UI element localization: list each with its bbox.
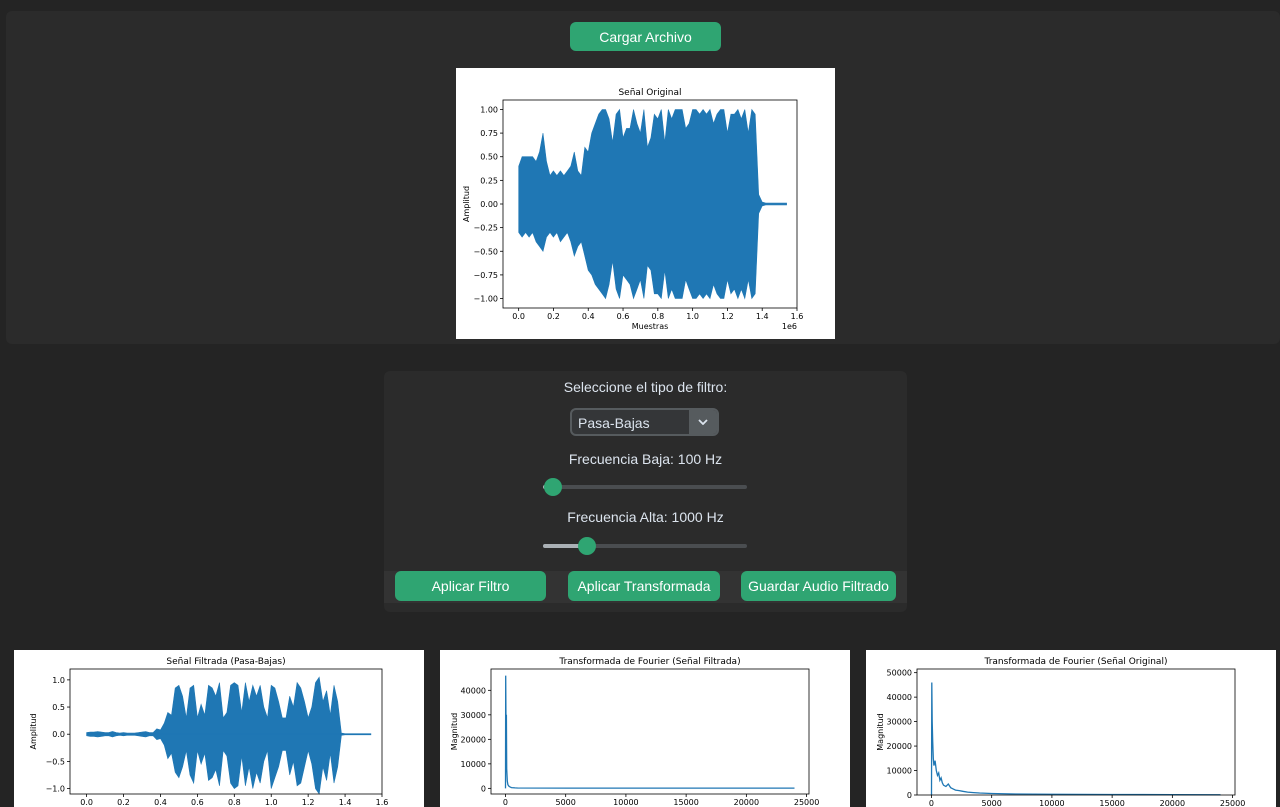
x-tick-label: 0.0: [80, 798, 93, 807]
y-tick-label: 0: [481, 784, 486, 793]
y-tick-label: 0.25: [480, 176, 498, 185]
x-tick-label: 0.0: [512, 312, 525, 321]
fft-filtered-plot: Transformada de Fourier (Señal Filtrada)…: [440, 650, 850, 807]
x-tick-label: 1.2: [721, 312, 734, 321]
x-tick-label: 1.6: [376, 798, 389, 807]
slider-track: [543, 485, 747, 489]
x-tick-label: 25000: [794, 798, 819, 807]
x-tick-label: 5000: [982, 799, 1002, 807]
filter-type-select[interactable]: Pasa-Bajas: [570, 408, 719, 436]
chart-title: Señal Original: [618, 88, 681, 98]
x-tick-label: 0: [503, 798, 508, 807]
x-tick-label: 0.4: [582, 312, 595, 321]
y-axis-label: Amplitud: [462, 186, 471, 222]
y-tick-label: 0: [907, 791, 912, 800]
high-frequency-slider[interactable]: [543, 537, 747, 555]
y-tick-label: 30000: [887, 718, 912, 727]
high-frequency-label: Frecuencia Alta: 1000 Hz: [567, 509, 724, 525]
y-tick-label: −0.50: [473, 247, 498, 256]
original-signal-plot: Señal Original 0.0 0.2 0.4 0.6 0.8 1.0 1.2 1.4 1.…: [456, 68, 835, 339]
filtered-signal-plot: Señal Filtrada (Pasa-Bajas) 0.0 0.2 0.4 0.6 0…: [14, 650, 424, 807]
x-tick-label: 25000: [1220, 799, 1245, 807]
y-tick-label: 0.50: [480, 153, 498, 162]
x-tick-label: 1.0: [686, 312, 699, 321]
y-tick-label: 0.0: [52, 730, 65, 739]
slider-thumb[interactable]: [543, 478, 562, 496]
x-tick-label: 10000: [613, 798, 638, 807]
x-tick-label: 20000: [734, 798, 759, 807]
y-tick-label: 0.00: [480, 200, 498, 209]
plot-frame: [490, 668, 810, 795]
signal-envelope: [86, 676, 372, 795]
y-tick-label: −0.5: [46, 757, 65, 766]
chart-title: Transformada de Fourier (Señal Original): [984, 657, 1168, 667]
y-tick-label: 0.5: [52, 703, 65, 712]
x-tick-label: 15000: [673, 798, 698, 807]
x-tick-label: 0.2: [117, 798, 130, 807]
y-tick-label: −0.25: [473, 224, 498, 233]
x-tick-label: 5000: [556, 798, 576, 807]
load-file-button[interactable]: Cargar Archivo: [570, 22, 721, 51]
x-tick-label: 1.0: [265, 798, 278, 807]
chart-title: Transformada de Fourier (Señal Filtrada): [558, 657, 740, 667]
y-tick-label: 10000: [461, 760, 486, 769]
x-tick-label: 1.4: [756, 312, 769, 321]
spectrum-line: [504, 675, 795, 789]
x-tick-label: 1.2: [302, 798, 315, 807]
y-tick-label: 0.75: [480, 129, 498, 138]
x-tick-label: 0.8: [228, 798, 241, 807]
spectrum-line: [930, 682, 1221, 796]
x-axis-label: Muestras: [632, 322, 669, 331]
x-tick-label: 1.4: [339, 798, 352, 807]
chart-title: Señal Filtrada (Pasa-Bajas): [166, 657, 285, 667]
y-tick-label: 40000: [461, 686, 486, 695]
x-tick-label: 20000: [1160, 799, 1185, 807]
y-axis-label: Magnitud: [876, 713, 885, 750]
x-tick-label: 0.6: [191, 798, 204, 807]
y-tick-label: 1.0: [52, 676, 65, 685]
x-tick-label: 0.4: [154, 798, 167, 807]
y-tick-label: −0.75: [473, 271, 498, 280]
x-tick-label: 0.2: [547, 312, 560, 321]
filter-type-prompt: Seleccione el tipo de filtro:: [563, 379, 728, 395]
y-tick-label: 20000: [887, 742, 912, 751]
action-button-row: Aplicar Filtro Aplicar Transformada Guar…: [384, 571, 907, 603]
y-tick-label: 20000: [461, 735, 486, 744]
y-tick-label: 30000: [461, 711, 486, 720]
x-tick-label: 0.8: [651, 312, 664, 321]
y-axis-label: Amplitud: [29, 713, 38, 749]
y-tick-label: −1.00: [473, 295, 498, 304]
apply-transform-button[interactable]: Aplicar Transformada: [568, 571, 720, 601]
y-tick-label: −1.0: [46, 785, 65, 794]
y-tick-label: 1.00: [480, 105, 498, 114]
y-tick-label: 10000: [887, 767, 912, 776]
slider-thumb[interactable]: [578, 537, 597, 555]
x-tick-label: 0.6: [617, 312, 630, 321]
plot-frame: [916, 668, 1236, 796]
x-offset-label: 1e6: [782, 322, 797, 331]
save-filtered-audio-button[interactable]: Guardar Audio Filtrado: [741, 571, 896, 601]
low-frequency-label: Frecuencia Baja: 100 Hz: [568, 451, 723, 467]
y-tick-label: 50000: [887, 669, 912, 678]
fft-original-plot: Transformada de Fourier (Señal Original)…: [866, 650, 1276, 807]
chevron-down-icon[interactable]: [689, 410, 717, 434]
x-tick-label: 0: [929, 799, 934, 807]
y-axis-label: Magnitud: [450, 713, 459, 750]
apply-filter-button[interactable]: Aplicar Filtro: [395, 571, 546, 601]
low-frequency-slider[interactable]: [543, 478, 747, 496]
filter-type-value: Pasa-Bajas: [578, 415, 650, 431]
y-tick-label: 40000: [887, 693, 912, 702]
x-tick-label: 15000: [1099, 799, 1124, 807]
x-tick-label: 1.6: [791, 312, 804, 321]
filter-controls-panel: Seleccione el tipo de filtro: Pasa-Bajas…: [384, 371, 907, 612]
x-tick-label: 10000: [1039, 799, 1064, 807]
